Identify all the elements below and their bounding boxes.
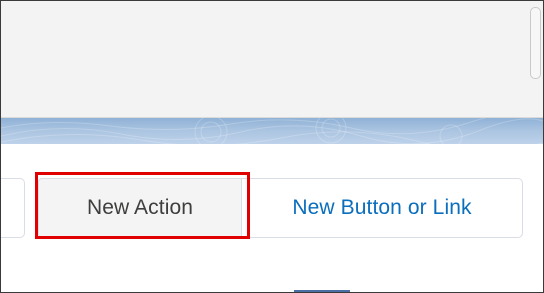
button-bar-area: New Action New Button or Link [1,144,543,292]
highlight-box [35,172,250,239]
header-panel [1,1,543,118]
tab-indicator [294,290,350,292]
vertical-scrollbar[interactable] [529,1,543,117]
scrollbar-thumb[interactable] [530,7,541,79]
decorative-banner [1,118,543,144]
window-frame: New Action New Button or Link [0,0,544,293]
previous-button[interactable] [1,178,25,238]
new-button-or-link-button[interactable]: New Button or Link [241,178,523,238]
banner-pattern [1,118,543,144]
